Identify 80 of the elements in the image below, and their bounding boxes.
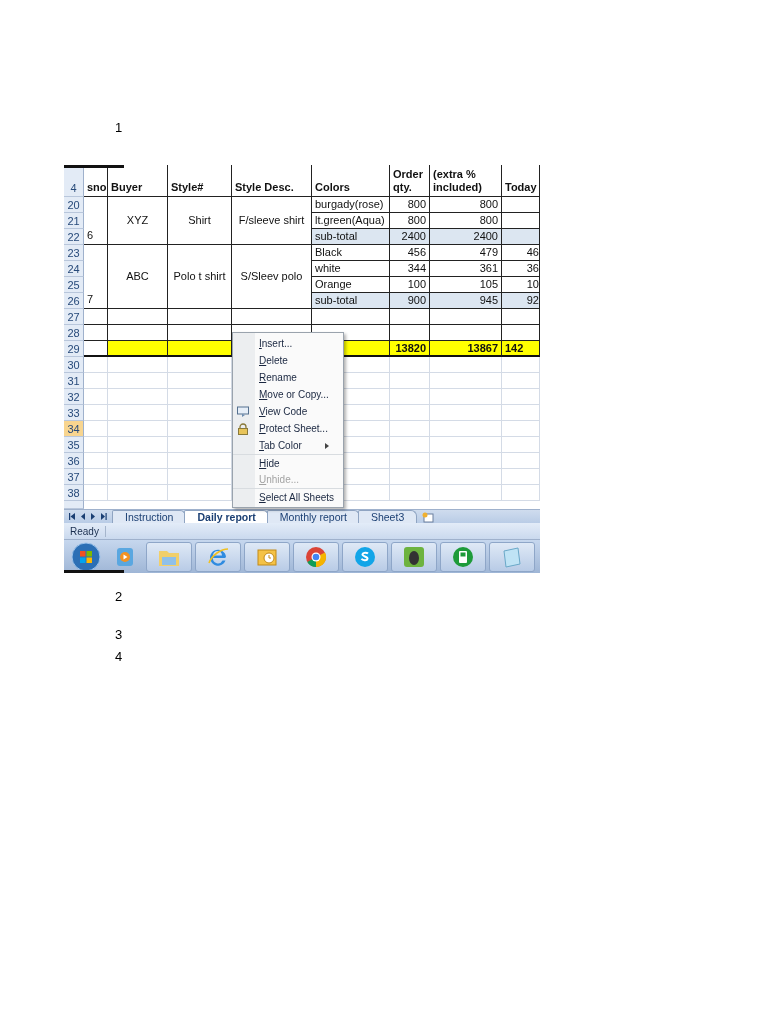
row-number: 30 [64,357,84,373]
table-cell: 900 [390,293,430,309]
table-cell: S/Sleev polo [232,245,312,309]
table-cell: 100 [390,277,430,293]
total-cell: 13820 [390,341,430,357]
menu-item[interactable]: Select All Sheets [233,488,343,505]
table-cell: 92 [502,293,540,309]
row-number: 35 [64,437,84,453]
sheet-tab[interactable]: Instruction [112,510,187,523]
column-header: Order qty. [390,165,430,197]
row-number: 26 [64,293,84,309]
row-number: 25 [64,277,84,293]
menu-item[interactable]: View Code [233,403,343,420]
row-number: 22 [64,229,84,245]
row-number: 28 [64,325,84,341]
row-number: 36 [64,453,84,469]
table-cell: 800 [430,197,502,213]
table-cell: burgady(rose) [312,197,390,213]
column-header: Today [502,165,540,197]
menu-item[interactable]: Rename [233,369,343,386]
row-number: 38 [64,485,84,501]
row-number: 27 [64,309,84,325]
column-header: (extra % included) [430,165,502,197]
row-number: 21 [64,213,84,229]
list-number: 2 [115,589,123,605]
row-number: 37 [64,469,84,485]
table-cell: 7 [84,245,108,309]
row-number: 31 [64,373,84,389]
list-number: 4 [115,649,123,665]
row-number: 34 [64,421,84,437]
list-number: 1 [115,120,123,136]
table-cell: 2400 [430,229,502,245]
menu-item[interactable]: Delete [233,352,343,369]
menu-item[interactable]: Protect Sheet... [233,420,343,437]
menu-item[interactable]: Hide [233,454,343,471]
menu-item[interactable]: Insert... [233,335,343,352]
column-header: Colors [312,165,390,197]
table-cell: 10 [502,277,540,293]
table-cell: 46 [502,245,540,261]
table-cell: 361 [430,261,502,277]
table-cell: Polo t shirt [168,245,232,309]
table-cell: 800 [390,197,430,213]
table-cell: 945 [430,293,502,309]
total-cell: 142 [502,341,540,357]
menu-item[interactable]: Move or Copy... [233,386,343,403]
status-text: Ready [64,525,106,537]
table-cell: Shirt [168,197,232,245]
row-number: 23 [64,245,84,261]
table-cell: Black [312,245,390,261]
column-header: Style# [168,165,232,197]
table-cell: ABC [108,245,168,309]
table-cell: 479 [430,245,502,261]
menu-item[interactable]: Tab Color [233,437,343,454]
table-cell: F/sleeve shirt [232,197,312,245]
table-cell: 6 [84,197,108,245]
total-cell: 13867 [430,341,502,357]
row-number: 20 [64,197,84,213]
table-cell: 456 [390,245,430,261]
sheet-tab[interactable]: Daily report [184,510,269,523]
list-number: 3 [115,627,123,643]
table-cell: 344 [390,261,430,277]
table-cell: 2400 [390,229,430,245]
table-cell: 105 [430,277,502,293]
table-cell: 800 [390,213,430,229]
sheet-tab[interactable]: Monthly report [266,510,360,523]
column-header: Buyer [108,165,168,197]
sheet-tab[interactable]: Sheet3 [357,510,418,523]
table-cell: sub-total [312,293,390,309]
table-cell: 36 [502,261,540,277]
row-number: 33 [64,405,84,421]
table-cell: Orange [312,277,390,293]
column-header: Style Desc. [232,165,312,197]
row-number: 32 [64,389,84,405]
row-number: 24 [64,261,84,277]
table-cell: lt.green(Aqua) [312,213,390,229]
table-cell: sub-total [312,229,390,245]
table-cell: XYZ [108,197,168,245]
row-number: 29 [64,341,84,357]
table-cell: white [312,261,390,277]
table-cell: 800 [430,213,502,229]
